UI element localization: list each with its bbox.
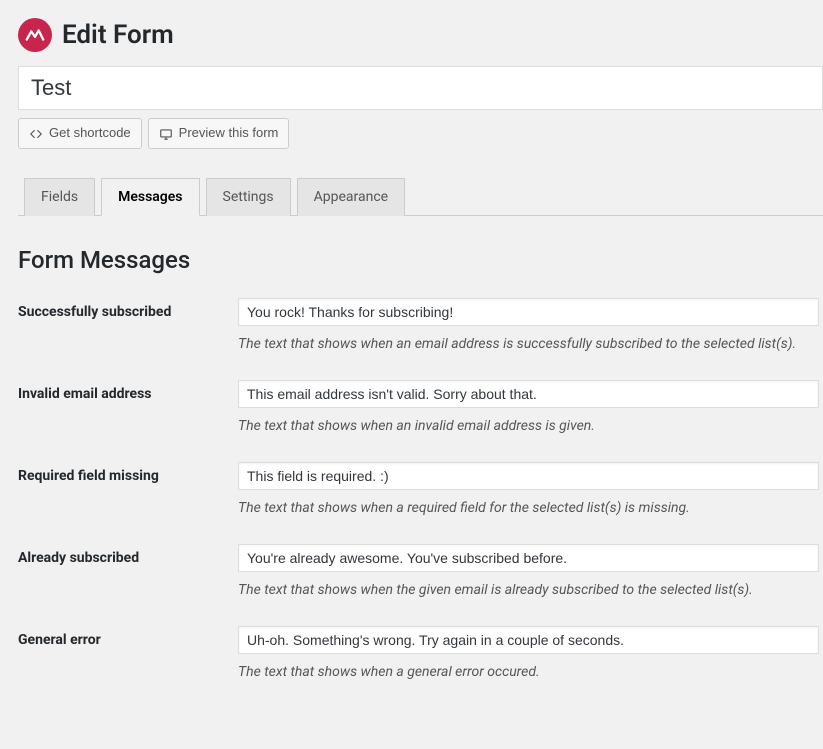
tab-nav: Fields Messages Settings Appearance — [18, 177, 823, 216]
help-success: The text that shows when an email addres… — [238, 336, 819, 352]
page-header: Edit Form — [18, 18, 823, 52]
row-error: General error The text that shows when a… — [18, 626, 823, 680]
get-shortcode-button[interactable]: Get shortcode — [18, 118, 142, 149]
input-success[interactable] — [238, 298, 819, 326]
tab-fields[interactable]: Fields — [24, 178, 95, 216]
row-required: Required field missing The text that sho… — [18, 462, 823, 516]
app-logo — [18, 18, 52, 52]
input-invalid[interactable] — [238, 380, 819, 408]
help-already: The text that shows when the given email… — [238, 582, 819, 598]
mailchimp-icon — [24, 24, 46, 46]
section-title: Form Messages — [18, 246, 823, 274]
preview-form-button[interactable]: Preview this form — [148, 118, 290, 149]
code-icon — [29, 127, 43, 141]
input-error[interactable] — [238, 626, 819, 654]
tab-messages[interactable]: Messages — [101, 178, 199, 216]
help-error: The text that shows when a general error… — [238, 664, 819, 680]
row-already: Already subscribed The text that shows w… — [18, 544, 823, 598]
form-name-input[interactable] — [18, 66, 823, 110]
preview-icon — [159, 127, 173, 141]
row-success: Successfully subscribed The text that sh… — [18, 298, 823, 352]
action-buttons: Get shortcode Preview this form — [18, 118, 823, 149]
help-required: The text that shows when a required fiel… — [238, 500, 819, 516]
get-shortcode-label: Get shortcode — [49, 123, 131, 144]
label-required: Required field missing — [18, 462, 238, 484]
input-required[interactable] — [238, 462, 819, 490]
tab-settings[interactable]: Settings — [206, 178, 291, 216]
row-invalid: Invalid email address The text that show… — [18, 380, 823, 434]
label-already: Already subscribed — [18, 544, 238, 566]
label-error: General error — [18, 626, 238, 648]
input-already[interactable] — [238, 544, 819, 572]
page-title: Edit Form — [62, 20, 174, 50]
preview-form-label: Preview this form — [179, 123, 279, 144]
label-success: Successfully subscribed — [18, 298, 238, 320]
tab-appearance[interactable]: Appearance — [297, 178, 405, 216]
label-invalid: Invalid email address — [18, 380, 238, 402]
help-invalid: The text that shows when an invalid emai… — [238, 418, 819, 434]
